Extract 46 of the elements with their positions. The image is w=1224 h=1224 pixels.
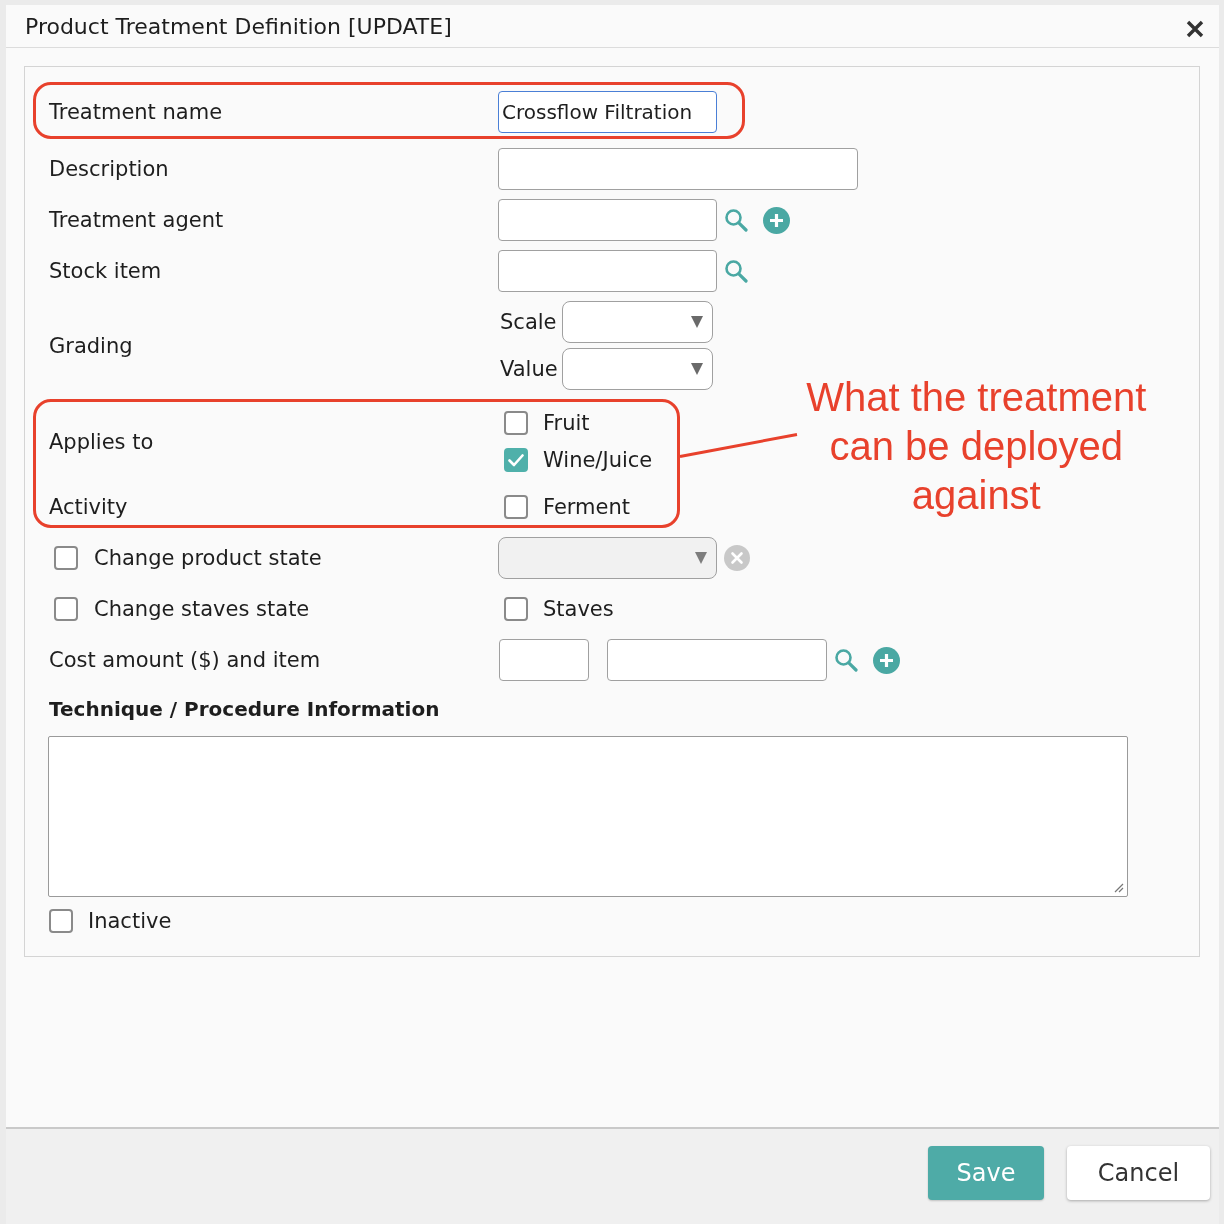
option-label: Wine/Juice <box>543 448 653 472</box>
field-label: Stock item <box>49 259 162 283</box>
checkbox[interactable] <box>504 411 528 435</box>
checkbox[interactable] <box>504 495 528 519</box>
checkbox[interactable] <box>54 597 78 621</box>
field-label: Activity <box>49 495 128 519</box>
field-label: Cost amount ($) and item <box>49 648 321 672</box>
text-field[interactable]: Crossflow Filtration <box>498 91 717 133</box>
search-icon[interactable] <box>834 648 858 672</box>
add-icon[interactable] <box>873 646 900 674</box>
close-icon[interactable] <box>1186 20 1204 38</box>
field-label: Grading <box>49 333 133 358</box>
checkbox[interactable] <box>504 448 528 472</box>
dropdown-field[interactable] <box>562 348 713 390</box>
dialog-title: Product Treatment Definition [UPDATE] <box>25 13 452 39</box>
amount-field[interactable] <box>499 639 589 681</box>
text-field[interactable] <box>498 250 717 292</box>
dropdown-field[interactable] <box>562 301 713 343</box>
section-heading: Technique / Procedure Information <box>49 697 440 721</box>
field-label: Applies to <box>49 429 154 454</box>
option-label: Ferment <box>543 495 631 519</box>
caret-icon <box>695 552 707 564</box>
option-label: Fruit <box>543 411 590 435</box>
add-icon[interactable] <box>763 206 790 234</box>
checkbox-label: Inactive <box>88 909 172 933</box>
text-area-field[interactable] <box>48 736 1128 897</box>
field-label: Description <box>49 157 169 181</box>
checkbox-label: Change product state <box>94 546 322 570</box>
checkbox-label: Change staves state <box>94 597 310 621</box>
search-icon[interactable] <box>724 259 748 283</box>
item-field[interactable] <box>607 639 827 681</box>
checkbox[interactable] <box>504 597 528 621</box>
field-label: Value <box>499 357 559 381</box>
field-label: Treatment name <box>49 100 223 124</box>
search-icon[interactable] <box>724 208 748 232</box>
text-field[interactable] <box>498 148 858 190</box>
cancel-button[interactable]: Cancel <box>1067 1146 1210 1200</box>
caret-icon <box>691 316 703 328</box>
caret-icon <box>691 363 703 375</box>
text-field[interactable] <box>498 199 717 241</box>
field-label: Scale <box>499 310 558 334</box>
callout-text: What the treatment can be deployed against <box>805 374 1148 519</box>
field-label: Treatment agent <box>49 208 224 232</box>
resize-grip-icon[interactable] <box>1114 883 1124 893</box>
checkbox[interactable] <box>49 909 73 933</box>
option-label: Staves <box>543 597 614 621</box>
